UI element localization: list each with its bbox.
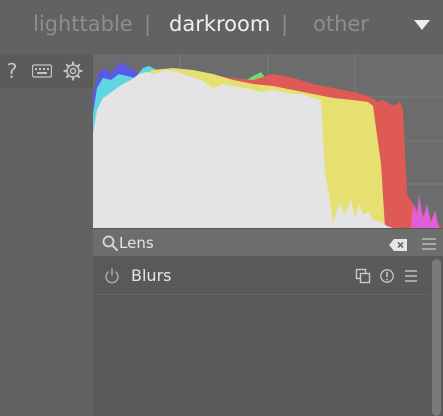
question-icon[interactable]: ? bbox=[1, 59, 23, 83]
view-separator: | bbox=[144, 12, 152, 36]
scrollbar[interactable] bbox=[432, 259, 441, 416]
instances-icon[interactable] bbox=[355, 268, 371, 284]
module-search-input[interactable] bbox=[119, 232, 379, 254]
view-tab-lighttable[interactable]: lighttable bbox=[33, 12, 133, 36]
reset-icon[interactable] bbox=[379, 268, 395, 284]
presets-menu-icon[interactable] bbox=[403, 268, 419, 284]
clear-icon[interactable] bbox=[389, 236, 407, 251]
collapse-panel-arrow-icon[interactable] bbox=[414, 20, 430, 30]
menu-icon[interactable] bbox=[421, 236, 437, 250]
left-panel bbox=[0, 54, 93, 416]
view-tab-other[interactable]: other bbox=[313, 12, 369, 36]
histogram[interactable] bbox=[93, 54, 443, 228]
view-tab-darkroom[interactable]: darkroom bbox=[169, 12, 270, 36]
row-divider bbox=[93, 294, 429, 295]
view-separator: | bbox=[281, 12, 289, 36]
keyboard-icon[interactable] bbox=[31, 60, 53, 82]
gear-icon[interactable] bbox=[62, 60, 84, 82]
module-name: Blurs bbox=[131, 266, 172, 285]
search-icon bbox=[101, 234, 119, 252]
power-icon[interactable] bbox=[103, 267, 121, 285]
